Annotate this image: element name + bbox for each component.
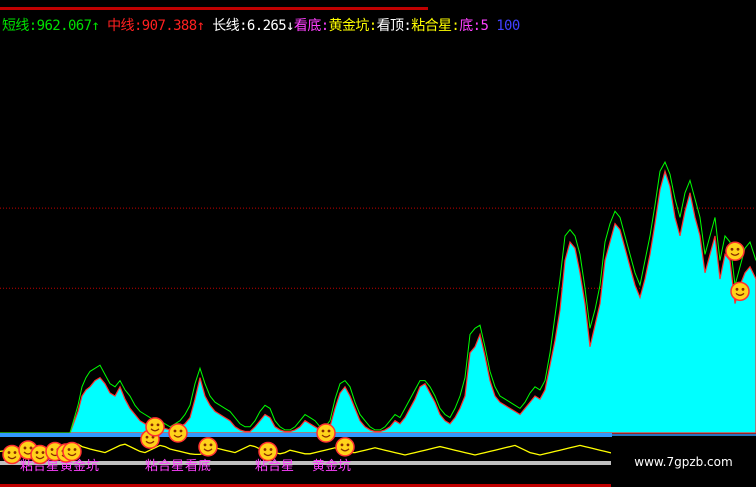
signal-label-2: 粘合星: [145, 459, 184, 474]
chart-window: 短线:962.067↑ 中线:907.388↑ 长线:6.265↓看底:黄金坑:…: [0, 0, 756, 487]
smiley-marker-icon: [2, 444, 22, 465]
smiley-marker-icon: [316, 423, 336, 443]
signal-label-5: 黄金坑: [312, 458, 351, 474]
smiley-marker-icon: [145, 417, 165, 437]
smiley-marker-icon: [198, 437, 218, 457]
chart-plot-area: 粘合星 黄金坑 粘合星 看底 粘合星 黄金坑: [0, 160, 756, 487]
smiley-marker-icon: [730, 281, 750, 302]
area-fill-series: [0, 169, 756, 434]
watermark-text: www.7gpzb.com: [611, 438, 756, 487]
smiley-marker-icon: [335, 437, 355, 457]
signal-label-3: 看底: [185, 458, 211, 474]
smiley-marker-icon: [258, 441, 278, 462]
smiley-marker-icon: [168, 423, 188, 443]
smiley-marker-icon: [725, 241, 745, 262]
smiley-marker-icon: [62, 441, 82, 462]
signal-label-4: 粘合星: [255, 459, 294, 474]
